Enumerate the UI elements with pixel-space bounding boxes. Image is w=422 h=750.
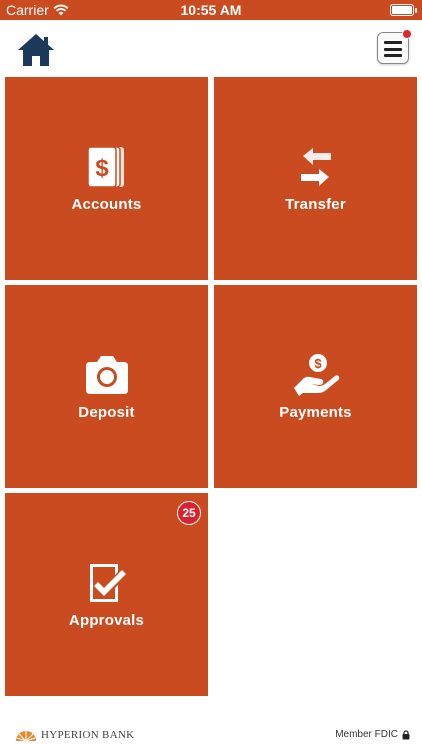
approvals-tile[interactable]: 25 Approvals <box>5 493 208 696</box>
footer: HYPERION BANK Member FDIC <box>0 720 422 750</box>
payments-label: Payments <box>279 404 352 421</box>
svg-text:$: $ <box>314 356 322 371</box>
approvals-label: Approvals <box>68 612 145 629</box>
camera-icon <box>85 356 128 394</box>
transfer-arrows-icon <box>300 148 331 186</box>
home-button[interactable] <box>16 32 56 68</box>
home-icon <box>18 34 54 66</box>
status-bar: Carrier 10:55 AM <box>0 0 422 20</box>
bank-name: HYPERION BANK <box>41 729 135 741</box>
menu-button[interactable] <box>377 29 412 64</box>
sunrise-logo-icon <box>16 731 36 742</box>
accounts-tile[interactable]: $ Accounts <box>5 77 208 280</box>
lock-icon <box>402 729 410 739</box>
checkbox-check-icon <box>89 564 126 602</box>
header <box>0 20 422 76</box>
status-time: 10:55 AM <box>180 2 242 18</box>
transfer-label: Transfer <box>285 196 346 213</box>
member-fdic-label: Member FDIC <box>335 729 398 740</box>
payments-tile[interactable]: $ Payments <box>214 285 417 488</box>
battery-icon <box>390 4 417 16</box>
svg-text:$: $ <box>95 155 109 182</box>
hamburger-menu-icon <box>384 41 402 61</box>
deposit-label: Deposit <box>78 404 135 421</box>
approvals-count-badge: 25 <box>177 501 201 525</box>
accounts-label: Accounts <box>71 196 142 213</box>
deposit-tile[interactable]: Deposit <box>5 285 208 488</box>
transfer-tile[interactable]: Transfer <box>214 77 417 280</box>
notification-dot <box>402 29 412 39</box>
bank-logo: HYPERION BANK <box>14 728 134 742</box>
hand-coin-icon: $ <box>293 354 339 396</box>
dollar-cards-icon: $ <box>86 146 124 188</box>
fdic-notice: Member FDIC <box>335 729 410 740</box>
